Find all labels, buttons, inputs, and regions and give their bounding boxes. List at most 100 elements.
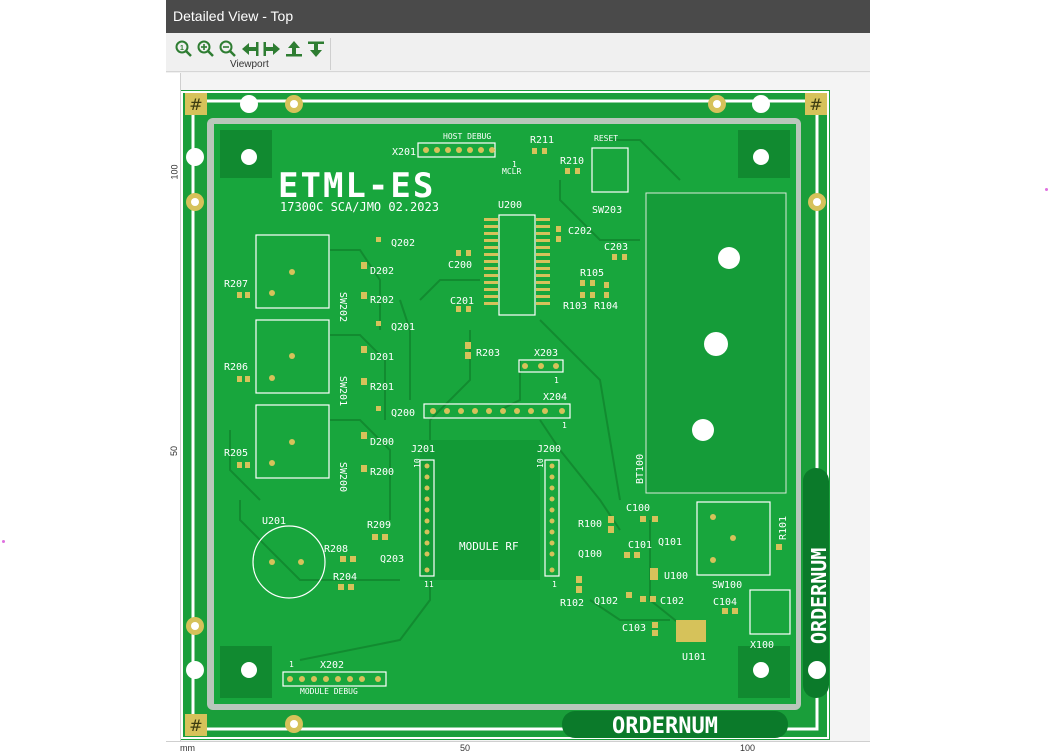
- svg-text:#: #: [809, 95, 822, 114]
- pan-up-button[interactable]: [284, 40, 304, 58]
- brand-side: ORDERNUM: [807, 548, 831, 644]
- ref-x100: X100: [750, 640, 774, 651]
- brand-bottom: ORDERNUM: [612, 714, 718, 739]
- ruler-left: 100 50: [166, 73, 181, 741]
- ref-d200: D200: [370, 437, 394, 448]
- ruler-left-label-50: 50: [169, 445, 180, 457]
- fiducial-top-right: #: [805, 93, 827, 115]
- ref-r207: R207: [224, 279, 248, 290]
- ref-sw201: SW201: [337, 376, 348, 406]
- zoom-in-button[interactable]: [196, 40, 216, 58]
- ref-sw203: SW203: [592, 205, 622, 216]
- svg-text:#: #: [189, 95, 202, 114]
- arrow-right-icon: [263, 42, 280, 56]
- pin10-j201: 10: [413, 458, 422, 468]
- pin10-j200: 10: [536, 458, 545, 468]
- ref-c103: C103: [622, 623, 646, 634]
- fiducial-bottom-left: #: [185, 714, 207, 736]
- fiducial-top-left: #: [185, 93, 207, 115]
- ref-c104: C104: [713, 597, 737, 608]
- ref-x201: X201: [392, 147, 416, 158]
- module-rf-label: MODULE RF: [459, 540, 519, 553]
- ruler-bottom: mm 50 100: [166, 741, 870, 756]
- ruler-bottom-label-50: 50: [460, 743, 471, 753]
- ref-c100: C100: [626, 503, 650, 514]
- ref-c202: C202: [568, 226, 592, 237]
- ref-r201: R201: [370, 382, 394, 393]
- ref-u100: U100: [664, 571, 688, 582]
- board-subtitle: 17300C SCA/JMO 02.2023: [280, 200, 439, 214]
- ref-x204: X204: [543, 392, 567, 403]
- viewport-group: 1 Viewport: [172, 38, 331, 70]
- ref-r203: R203: [476, 348, 500, 359]
- ruler-bottom-label-100: 100: [740, 743, 756, 753]
- ref-r208: R208: [324, 544, 348, 555]
- pan-left-button[interactable]: [240, 40, 260, 58]
- pin1-x201: 1: [512, 160, 517, 169]
- ref-d201: D201: [370, 352, 394, 363]
- ref-q102: Q102: [594, 596, 618, 607]
- pin1-j200: 1: [552, 580, 557, 589]
- zoom-out-button[interactable]: [218, 40, 238, 58]
- ref-c101: C101: [628, 540, 652, 551]
- ref-r104: R104: [594, 301, 618, 312]
- ref-r204: R204: [333, 572, 357, 583]
- ref-c203: C203: [604, 242, 628, 253]
- ref-q202: Q202: [391, 238, 415, 249]
- ref-r105: R105: [580, 268, 604, 279]
- ref-r210: R210: [560, 156, 584, 167]
- pin1-x202: 1: [289, 660, 294, 669]
- ref-sw100: SW100: [712, 580, 742, 591]
- ref-bt100: BT100: [635, 454, 646, 484]
- ref-q101: Q101: [658, 537, 682, 548]
- pcb-board-render: # # # ETML-ES 17300C SCA/JMO 02.2023 X20…: [180, 90, 831, 740]
- ref-r205: R205: [224, 448, 248, 459]
- ref-r206: R206: [224, 362, 248, 373]
- ref-q200: Q200: [391, 408, 415, 419]
- detailed-view-window: Detailed View - Top 1 Viewport # # # ETM…: [166, 0, 870, 756]
- ref-r211: R211: [530, 135, 554, 146]
- ref-sw200: SW200: [337, 462, 348, 492]
- arrow-up-icon: [286, 41, 302, 57]
- pan-right-button[interactable]: [262, 40, 282, 58]
- zoom-fit-icon: 1: [175, 40, 192, 57]
- ruler-left-label-100: 100: [169, 164, 180, 180]
- ref-r202: R202: [370, 295, 394, 306]
- ref-q203: Q203: [380, 554, 404, 565]
- pan-down-button[interactable]: [306, 40, 326, 58]
- zoom-in-icon: [197, 40, 214, 57]
- host-debug-label: HOST DEBUG: [443, 132, 491, 141]
- ref-u101: U101: [682, 652, 706, 663]
- svg-text:#: #: [189, 716, 202, 735]
- ref-c200: C200: [448, 260, 472, 271]
- ref-r102: R102: [560, 598, 584, 609]
- ref-u201: U201: [262, 516, 286, 527]
- pcb-canvas[interactable]: # # # ETML-ES 17300C SCA/JMO 02.2023 X20…: [166, 73, 870, 741]
- ref-j200: J200: [537, 444, 561, 455]
- cursor-marker-left: [2, 540, 5, 543]
- module-debug-label: MODULE DEBUG: [300, 687, 358, 696]
- ref-x203: X203: [534, 348, 558, 359]
- zoom-fit-button[interactable]: 1: [174, 40, 194, 58]
- window-title: Detailed View - Top: [166, 0, 870, 33]
- pin1-x203: 1: [554, 376, 559, 385]
- ref-q201: Q201: [391, 322, 415, 333]
- ref-q100: Q100: [578, 549, 602, 560]
- arrow-left-icon: [242, 42, 259, 56]
- cursor-marker: [1045, 188, 1048, 191]
- ref-x202: X202: [320, 660, 344, 671]
- reset-label: RESET: [594, 134, 618, 143]
- ref-r101: R101: [778, 516, 789, 540]
- viewport-group-label: Viewport: [230, 59, 269, 70]
- ref-c201: C201: [450, 296, 474, 307]
- ref-r100: R100: [578, 519, 602, 530]
- ruler-unit: mm: [180, 743, 195, 753]
- ref-c102: C102: [660, 596, 684, 607]
- pin11-j201: 11: [424, 580, 434, 589]
- zoom-out-icon: [219, 40, 236, 57]
- svg-text:1: 1: [180, 45, 184, 52]
- ref-j201: J201: [411, 444, 435, 455]
- ref-u200: U200: [498, 200, 522, 211]
- ref-r103: R103: [563, 301, 587, 312]
- toolbar: 1 Viewport: [166, 34, 870, 72]
